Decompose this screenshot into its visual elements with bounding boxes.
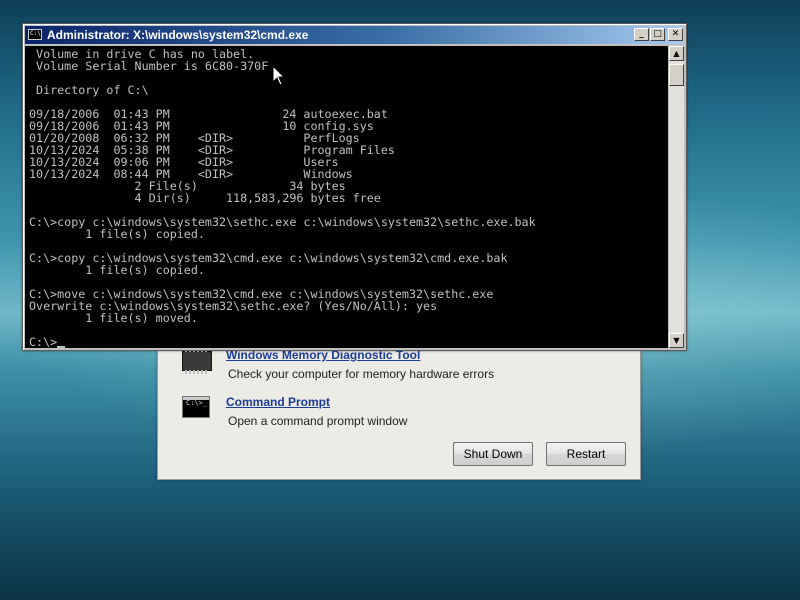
terminal-line: 1 file(s) copied. <box>29 227 205 241</box>
scrollbar-thumb[interactable] <box>669 64 684 86</box>
close-button[interactable]: ✕ <box>668 28 683 41</box>
terminal-line: C:\> <box>29 335 58 348</box>
command-prompt-description: Open a command prompt window <box>228 414 408 428</box>
shut-down-button[interactable]: Shut Down <box>453 442 533 466</box>
restart-button[interactable]: Restart <box>546 442 626 466</box>
scroll-down-arrow-icon[interactable]: ▼ <box>669 333 684 348</box>
vertical-scrollbar[interactable]: ▲ ▼ <box>669 46 684 348</box>
minimize-button[interactable]: _ <box>634 28 649 41</box>
maximize-button[interactable]: □ <box>650 28 665 41</box>
terminal-line: Volume Serial Number is 6C80-370F <box>29 59 269 73</box>
command-prompt-window[interactable]: C:\ Administrator: X:\windows\system32\c… <box>22 23 687 351</box>
scroll-up-arrow-icon[interactable]: ▲ <box>669 46 684 61</box>
console-window-icon[interactable]: C:\ <box>28 29 42 40</box>
memory-chip-icon <box>180 348 212 374</box>
terminal-output[interactable]: Volume in drive C has no label. Volume S… <box>25 46 668 348</box>
memory-diagnostic-description: Check your computer for memory hardware … <box>228 367 495 381</box>
text-cursor <box>57 346 66 348</box>
mouse-pointer-icon <box>272 65 286 86</box>
command-prompt-icon: C:\>_ <box>180 396 210 420</box>
terminal-line: 1 file(s) moved. <box>29 311 198 325</box>
window-titlebar[interactable]: C:\ Administrator: X:\windows\system32\c… <box>25 26 684 44</box>
terminal-line: Directory of C:\ <box>29 83 149 97</box>
terminal-line: 4 Dir(s) 118,583,296 bytes free <box>29 191 381 205</box>
command-prompt-link[interactable]: Command Prompt <box>226 395 330 409</box>
window-title: Administrator: X:\windows\system32\cmd.e… <box>47 28 309 42</box>
terminal-line: 1 file(s) copied. <box>29 263 205 277</box>
